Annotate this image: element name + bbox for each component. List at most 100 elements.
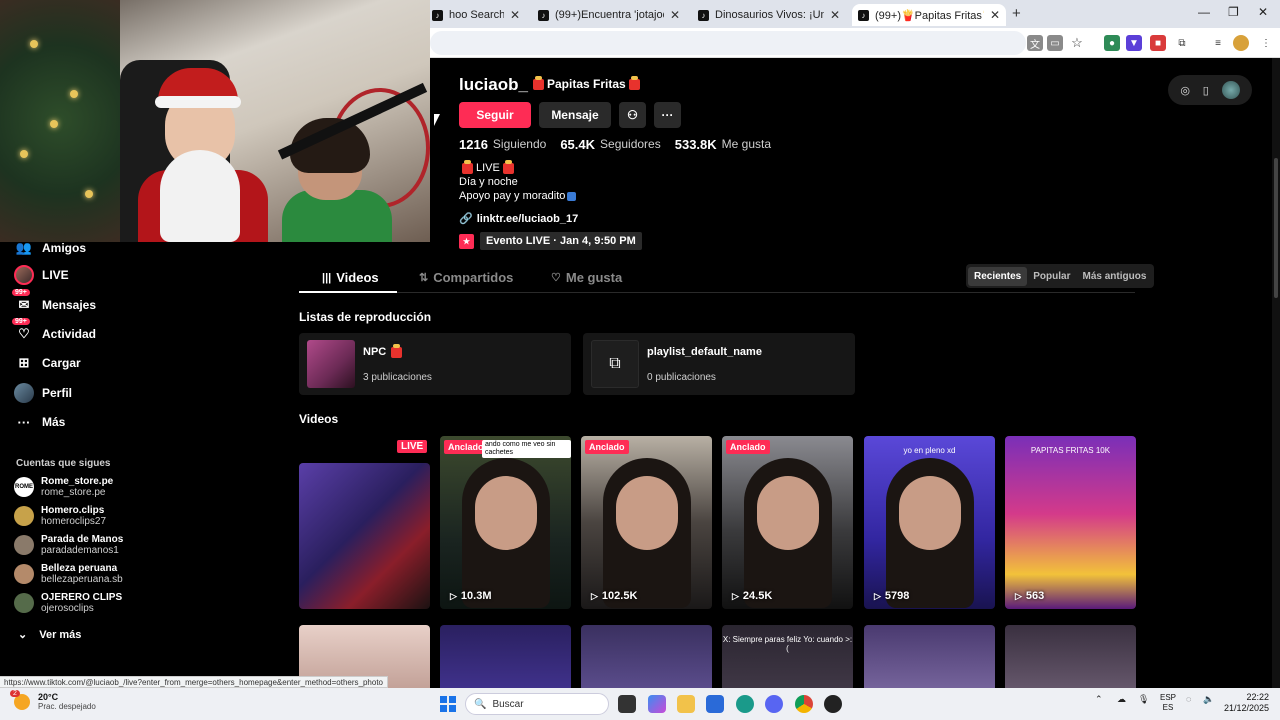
weather-badge: 2 [10,690,20,697]
start-button[interactable] [440,696,456,712]
device-icon[interactable]: ▯ [1203,84,1209,97]
video-card[interactable] [299,463,430,609]
store-icon[interactable] [706,695,724,713]
sidebar-item-live[interactable]: LIVE [14,265,69,285]
close-tab-icon[interactable]: ✕ [510,8,520,22]
tray-overflow-icon[interactable]: ⌃ [1095,694,1103,705]
microphone-icon[interactable]: 🎙 [1138,694,1149,705]
followed-account[interactable]: OJERERO CLIPS ojerosoclips [14,592,122,614]
playlist-card[interactable]: NPC 3 publicaciones [299,333,571,395]
reading-list-icon[interactable]: ≡ [1210,35,1226,51]
chrome-icon[interactable] [795,695,813,713]
browser-tab[interactable]: ♪ hoo Search Tus resulta ✕ [426,4,526,26]
view-count: ▷ 24.5K [732,590,772,602]
following-count[interactable]: 1216 [459,137,488,152]
view-count-text: 102.5K [601,590,638,602]
sidebar-item-profile[interactable]: Perfil [14,383,72,403]
followers-label[interactable]: Seguidores [600,137,661,152]
weather-widget[interactable]: 2 20°C Prac. despejado [10,690,96,712]
playlist-card[interactable]: ⧉ playlist_default_name 0 publicaciones [583,333,855,395]
minimize-button[interactable]: — [1198,5,1210,19]
sidebar-item-activity[interactable]: ♡ 99+ Actividad [12,318,96,344]
following-label[interactable]: Siguiendo [493,137,546,152]
new-tab-button[interactable]: + [1012,5,1021,22]
discord-icon[interactable] [765,695,783,713]
more-options-button[interactable]: ··· [654,102,681,128]
account-handle: bellezaperuana.sb [41,574,123,585]
link-icon: 🔗 [459,213,473,225]
live-avatar [14,265,34,285]
account-handle: ojerosoclips [41,603,94,614]
sidebar-item-label: Cargar [42,356,81,370]
tab-videos[interactable]: ||| Videos [322,270,379,285]
see-more-button[interactable]: ⌄ Ver más [18,628,81,642]
extension-red-icon[interactable]: ■ [1150,35,1166,51]
shield-extension-icon[interactable]: ▼ [1126,35,1142,51]
extensions-puzzle-icon[interactable]: ⧉ [1174,35,1190,51]
display-name-text: Papitas Fritas [547,77,626,91]
follow-button[interactable]: Seguir [459,102,531,128]
language-indicator[interactable]: ESP ES [1160,693,1176,713]
followed-account[interactable]: Belleza peruana bellezaperuana.sb [14,563,123,585]
close-tab-icon[interactable]: ✕ [670,8,680,22]
followers-count[interactable]: 65.4K [560,137,595,152]
playlist-name: NPC [363,343,405,358]
heart-icon: ♡ [551,272,561,284]
video-card[interactable]: Anclado ▷ 24.5K [722,436,853,609]
profile-avatar-icon[interactable] [1233,35,1249,51]
address-bar[interactable] [430,31,1026,55]
browser-menu-icon[interactable]: ⋮ [1258,35,1274,51]
compass-icon[interactable]: ◎ [1180,84,1190,97]
sidebar-item-more[interactable]: ··· Más [14,412,66,432]
clock[interactable]: 22:22 21/12/2025 [1224,692,1269,714]
browser-tab[interactable]: ♪ Dinosaurios Vivos: ¡Un Misterio ✕ [692,4,846,26]
tiktok-favicon-icon: ♪ [432,9,443,21]
obs-icon[interactable] [824,695,842,713]
sidebar-item-messages[interactable]: ✉ 99+ Mensajes [12,289,96,315]
video-card[interactable]: Anclado ▷ 102.5K [581,436,712,609]
task-view-icon[interactable] [618,695,636,713]
sort-popular[interactable]: Popular [1027,267,1076,286]
bookmark-star-icon[interactable]: ☆ [1069,35,1085,51]
maximize-button[interactable]: ❐ [1228,5,1239,19]
tray-app-icon[interactable]: ☁ [1117,694,1126,705]
video-card[interactable]: yo en pleno xd ▷ 5798 [864,436,995,609]
browser-tab[interactable]: ♪ (99+)🍟Papitas Fritas🍟 (@lu ✕ [852,4,1006,26]
followed-account[interactable]: Parada de Manos paradademanos1 [14,534,123,556]
video-caption: PAPITAS FRITAS 10K [1030,446,1111,455]
activity-badge: 99+ [12,318,30,325]
edge-icon[interactable] [736,695,754,713]
browser-tab[interactable]: ♪ (99+)Encuentra 'jotajoda video' ✕ [532,4,686,26]
christmas-tree [0,0,120,242]
close-tab-icon[interactable]: ✕ [830,8,840,22]
video-card[interactable]: Anclado ando como me veo sin cachetes ▷ 10.… [440,436,571,609]
page-scrollbar[interactable] [1272,58,1280,688]
volume-icon[interactable]: 🔈 [1203,694,1214,705]
profile-link-text[interactable]: linktr.ee/luciaob_17 [477,213,579,225]
extension-icon[interactable]: ● [1104,35,1120,51]
ellipsis-icon: ··· [661,108,674,122]
translate-icon[interactable]: 文 [1027,35,1043,51]
user-avatar[interactable] [1221,81,1240,99]
play-icon: ▷ [874,590,881,601]
message-button[interactable]: Mensaje [539,102,611,128]
sort-oldest[interactable]: Más antiguos [1076,267,1152,286]
profile-link[interactable]: 🔗 linktr.ee/luciaob_17 [459,212,579,226]
close-window-button[interactable]: ✕ [1258,5,1268,19]
sort-latest[interactable]: Recientes [968,266,1028,286]
followed-account[interactable]: ROME Rome_store.pe rome_store.pe [14,476,113,498]
video-card[interactable]: PAPITAS FRITAS 10K ▷ 563 [1005,436,1136,609]
followed-account[interactable]: Homero.clips homeroclips27 [14,505,106,527]
file-explorer-icon[interactable] [677,695,695,713]
tab-liked[interactable]: ♡ Me gusta [551,270,622,285]
tab-reposts[interactable]: ⇅ Compartidos [419,270,513,285]
wifi-icon[interactable]: ◌ [1186,694,1191,704]
cast-icon[interactable]: ▭ [1047,35,1063,51]
close-tab-icon[interactable]: ✕ [990,8,1000,22]
sidebar-item-upload[interactable]: ⊞ Cargar [14,353,81,373]
taskbar-search[interactable]: 🔍 Buscar [465,693,609,715]
suggest-account-button[interactable]: ⚇ [619,102,646,128]
scrollbar-thumb[interactable] [1274,158,1278,298]
copilot-icon[interactable] [648,695,666,713]
live-event[interactable]: ★ Evento LIVE · Jan 4, 9:50 PM [459,232,642,250]
